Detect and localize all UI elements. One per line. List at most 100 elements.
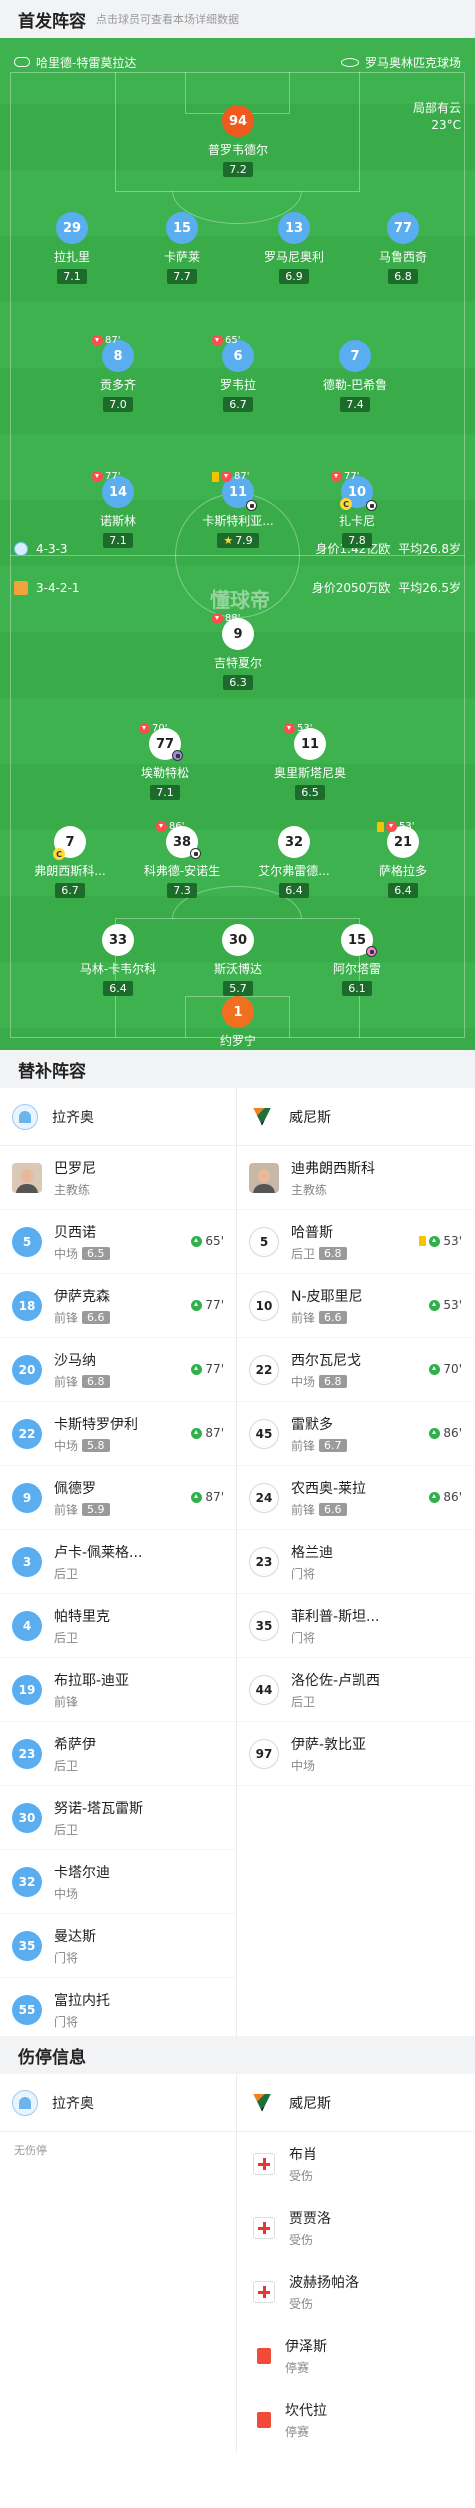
away-player-38[interactable]: 38 86' 科弗德-安诺生 7.3 bbox=[127, 821, 237, 898]
sub-player-row[interactable]: 9 佩德罗 前锋 5.9 87' bbox=[0, 1466, 236, 1530]
away-player-33[interactable]: 33 马林-卡韦尔科 6.4 bbox=[63, 924, 173, 996]
sub-off-arrow-icon bbox=[92, 471, 103, 482]
whistle-icon bbox=[14, 57, 30, 67]
player-rating: 7.2 bbox=[223, 162, 253, 177]
stadium-name: 罗马奥林匹克球场 bbox=[364, 55, 461, 70]
player-name: 罗韦拉 bbox=[219, 378, 256, 392]
sub-player-row[interactable]: 3 卢卡-佩莱格... 后卫 bbox=[0, 1530, 236, 1594]
away-coach-row[interactable]: 迪弗朗西斯科 主教练 bbox=[237, 1146, 474, 1210]
away-player-7[interactable]: 7 C 弗朗西斯科... 6.7 bbox=[15, 826, 125, 898]
sub-player-row[interactable]: 22 卡斯特罗伊利 中场 5.8 87' bbox=[0, 1402, 236, 1466]
red-card-icon bbox=[257, 2412, 271, 2428]
away-player-9[interactable]: 9 88' 吉特夏尔 6.3 bbox=[183, 613, 293, 690]
home-player-13[interactable]: 13 罗马尼奥利 6.9 bbox=[239, 212, 349, 284]
sub-player-row[interactable]: 19 布拉耶-迪亚 前锋 bbox=[0, 1658, 236, 1722]
away-injuries-column: 威尼斯 布肖 受伤 贾贾洛 受伤 波赫扬帕洛 受伤 伊泽斯 停赛 坎代拉 停赛 bbox=[237, 2074, 474, 2452]
star-icon: ★ bbox=[223, 534, 234, 547]
home-coach-row[interactable]: 巴罗尼 主教练 bbox=[0, 1146, 236, 1210]
home-player-6[interactable]: 6 65' 罗韦拉 6.7 bbox=[183, 335, 293, 412]
home-player-14[interactable]: 14 77' 诺斯林 7.1 bbox=[63, 471, 173, 548]
coach-photo bbox=[249, 1162, 279, 1193]
sub-on-badge: 87' bbox=[191, 1426, 224, 1440]
player-name: 伊萨-敦比亚 bbox=[291, 1736, 367, 1753]
rating-value: 6.4 bbox=[285, 884, 303, 897]
away-player-30[interactable]: 30 斯沃博达 5.7 bbox=[183, 924, 293, 996]
injury-status: 受伤 bbox=[289, 2169, 314, 2183]
sub-player-row[interactable]: 5 哈普斯 后卫 6.8 53' bbox=[237, 1210, 474, 1274]
sub-player-row[interactable]: 30 努诺-塔瓦雷斯 后卫 bbox=[0, 1786, 236, 1850]
away-player-1[interactable]: 1约罗宁6.7 bbox=[183, 996, 293, 1050]
away-player-21[interactable]: 21 53' 萨格拉多 6.4 bbox=[348, 821, 458, 898]
player-position: 后卫 bbox=[54, 1566, 79, 1581]
player-number-badge: 32 bbox=[278, 826, 310, 858]
player-position: 前锋 bbox=[54, 1374, 79, 1389]
sub-off-badge: 87' bbox=[92, 335, 120, 346]
sub-player-row[interactable]: 20 沙马纳 前锋 6.8 77' bbox=[0, 1338, 236, 1402]
sub-player-row[interactable]: 10 N-皮耶里尼 前锋 6.6 53' bbox=[237, 1274, 474, 1338]
player-rating: 6.3 bbox=[223, 675, 253, 690]
sub-player-row[interactable]: 32 卡塔尔迪 中场 bbox=[0, 1850, 236, 1914]
player-position: 后卫 bbox=[291, 1246, 316, 1261]
injury-cross-icon bbox=[253, 2217, 275, 2239]
rating-value: 6.8 bbox=[394, 270, 412, 283]
sub-player-row[interactable]: 55 富拉内托 门将 bbox=[0, 1978, 236, 2042]
home-player-77[interactable]: 77 马鲁西奇 6.8 bbox=[348, 212, 458, 284]
player-number-badge: 30 bbox=[12, 1802, 42, 1833]
player-name: 希萨伊 bbox=[54, 1736, 96, 1753]
away-player-32[interactable]: 32 艾尔弗雷德... 6.4 bbox=[239, 826, 349, 898]
sub-player-row[interactable]: 97 伊萨-敦比亚 中场 bbox=[237, 1722, 474, 1786]
sub-player-row[interactable]: 35 菲利普-斯坦... 门将 bbox=[237, 1594, 474, 1658]
goal-ball-icon bbox=[366, 500, 377, 511]
sub-player-row[interactable]: 44 洛伦佐-卢凯西 后卫 bbox=[237, 1658, 474, 1722]
stadium-icon bbox=[340, 57, 359, 67]
sub-off-minute: 53' bbox=[399, 821, 415, 832]
sub-player-row[interactable]: 5 贝西诺 中场 6.5 65' bbox=[0, 1210, 236, 1274]
yellow-card-icon bbox=[377, 821, 384, 832]
home-player-15[interactable]: 15 卡萨莱 7.7 bbox=[127, 212, 237, 284]
no-injuries-text: 无伤停 bbox=[14, 2144, 47, 2157]
sub-player-row[interactable]: 24 农西奥-莱拉 前锋 6.6 86' bbox=[237, 1466, 474, 1530]
injury-row[interactable]: 布肖 受伤 bbox=[237, 2132, 474, 2196]
home-player-94[interactable]: 94 普罗韦德尔 7.2 bbox=[183, 105, 293, 177]
sub-on-arrow-icon bbox=[191, 1491, 203, 1503]
sub-player-row[interactable]: 23 希萨伊 后卫 bbox=[0, 1722, 236, 1786]
away-player-77[interactable]: 77 70' 埃勒特松 7.1 bbox=[110, 723, 220, 800]
home-player-11[interactable]: 11 87' 卡斯特利亚... ★ 7.9 bbox=[183, 471, 293, 548]
away-player-11[interactable]: 11 53' 奥里斯塔尼奥 6.5 bbox=[255, 723, 365, 800]
sub-player-row[interactable]: 4 帕特里克 后卫 bbox=[0, 1594, 236, 1658]
home-player-10[interactable]: 10 77' C 扎卡尼 7.8 bbox=[302, 471, 412, 548]
player-number-badge: 10 bbox=[249, 1290, 279, 1321]
away-team-header[interactable]: 威尼斯 bbox=[237, 1088, 474, 1146]
sub-on-minute: 77' bbox=[205, 1362, 224, 1376]
home-player-29[interactable]: 29 拉扎里 7.1 bbox=[17, 212, 127, 284]
rating-value: 7.1 bbox=[109, 534, 127, 547]
home-team-header[interactable]: 拉齐奥 bbox=[0, 2074, 236, 2132]
sub-player-row[interactable]: 35 曼达斯 门将 bbox=[0, 1914, 236, 1978]
player-name: N-皮耶里尼 bbox=[291, 1288, 363, 1305]
home-player-7[interactable]: 7 德勒-巴希鲁 7.4 bbox=[300, 340, 410, 412]
player-name: 罗马尼奥利 bbox=[263, 250, 324, 264]
player-number-badge: 15 bbox=[166, 212, 198, 244]
sub-player-row[interactable]: 18 伊萨克森 前锋 6.6 77' bbox=[0, 1274, 236, 1338]
injury-row[interactable]: 贾贾洛 受伤 bbox=[237, 2196, 474, 2260]
player-number-badge: 35 bbox=[249, 1610, 279, 1641]
home-player-8[interactable]: 8 87' 贡多齐 7.0 bbox=[63, 335, 173, 412]
player-name: 伊萨克森 bbox=[54, 1288, 110, 1305]
player-name: 西尔瓦尼戈 bbox=[291, 1352, 361, 1369]
injury-row[interactable]: 坎代拉 停赛 bbox=[237, 2388, 474, 2452]
home-team-header[interactable]: 拉齐奥 bbox=[0, 1088, 236, 1146]
injury-row[interactable]: 波赫扬帕洛 受伤 bbox=[237, 2260, 474, 2324]
away-player-15[interactable]: 15 阿尔塔雷 6.1 bbox=[302, 924, 412, 996]
sub-player-row[interactable]: 23 格兰迪 门将 bbox=[237, 1530, 474, 1594]
sub-off-badge: 86' bbox=[156, 821, 184, 832]
sub-on-arrow-icon bbox=[429, 1491, 441, 1503]
coach-name: 巴罗尼 bbox=[54, 1160, 96, 1177]
sub-off-arrow-icon bbox=[331, 471, 342, 482]
sub-player-row[interactable]: 22 西尔瓦尼戈 中场 6.8 70' bbox=[237, 1338, 474, 1402]
sub-off-arrow-icon bbox=[386, 821, 397, 832]
lineup-subtitle: 点击球员可查看本场详细数据 bbox=[96, 13, 239, 26]
sub-player-row[interactable]: 45 雷默多 前锋 6.7 86' bbox=[237, 1402, 474, 1466]
away-team-header[interactable]: 威尼斯 bbox=[237, 2074, 474, 2132]
injury-row[interactable]: 伊泽斯 停赛 bbox=[237, 2324, 474, 2388]
rating-value: 7.1 bbox=[63, 270, 81, 283]
